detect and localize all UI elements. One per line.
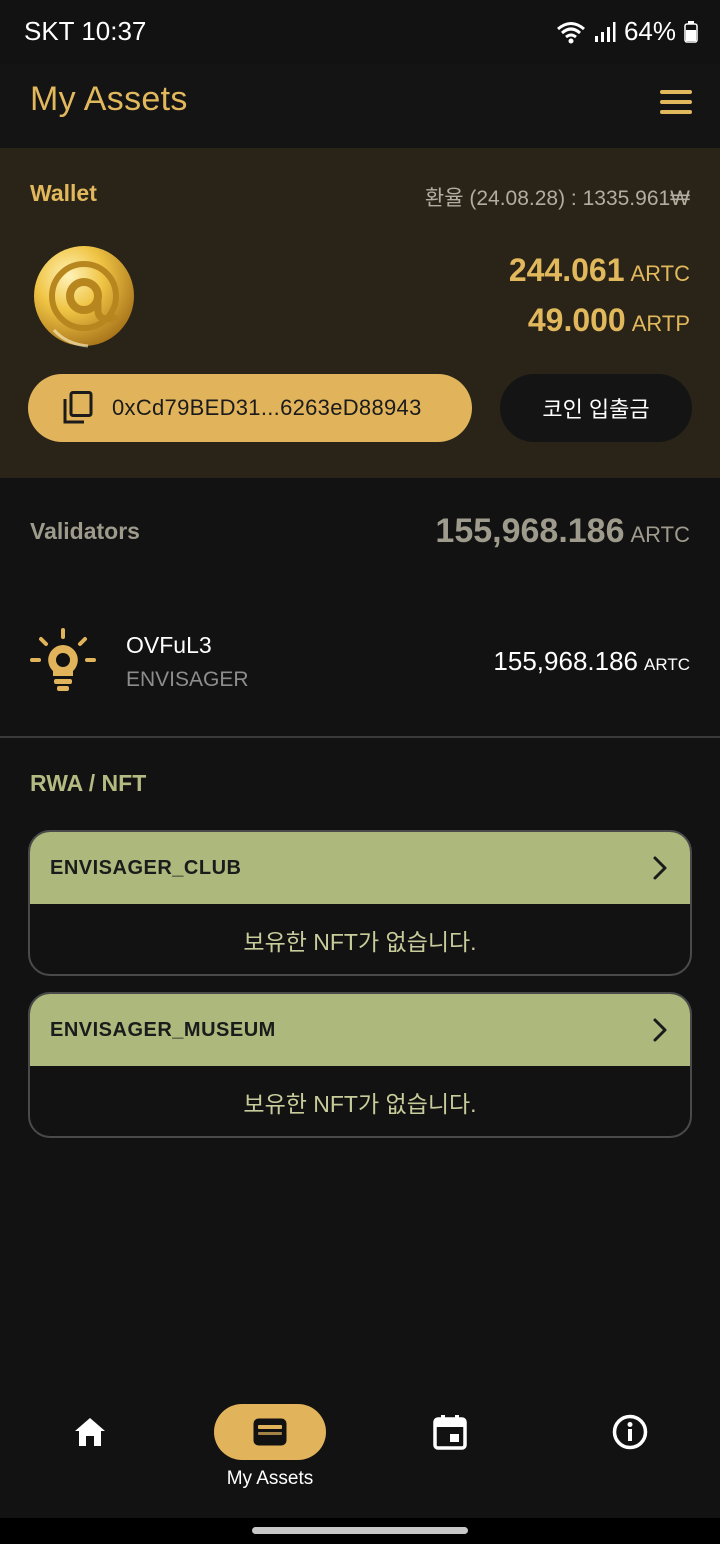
nav-my-assets-label: My Assets xyxy=(226,1468,314,1489)
rwa-nft-label: RWA / NFT xyxy=(30,770,147,796)
nav-calendar[interactable] xyxy=(390,1404,510,1504)
coin-logo-icon xyxy=(34,246,134,348)
nft-empty-message: 보유한 NFT가 없습니다. xyxy=(243,929,477,955)
wallet-icon xyxy=(253,1418,287,1446)
validator-subtitle: ENVISAGER xyxy=(126,668,249,691)
validators-label: Validators xyxy=(30,518,140,544)
artp-unit: ARTP xyxy=(631,311,690,336)
validator-amount-unit: ARTC xyxy=(644,655,690,674)
lightbulb-icon xyxy=(30,628,96,691)
bottom-nav: My Assets xyxy=(0,1390,720,1518)
validator-name: OVFuL3 xyxy=(126,632,212,658)
validators-total-unit: ARTC xyxy=(630,522,691,547)
artp-amount: 49.000 xyxy=(527,302,626,338)
nft-collection-header[interactable]: ENVISAGER_MUSEUM xyxy=(30,994,690,1066)
nav-my-assets[interactable]: My Assets xyxy=(210,1404,330,1504)
calendar-icon xyxy=(433,1415,467,1450)
copy-address-button[interactable]: 0xCd79BED31...6263eD88943 xyxy=(28,374,472,442)
artp-balance: 49.000 ARTP xyxy=(528,302,690,339)
copy-icon xyxy=(63,391,93,424)
signal-icon xyxy=(594,21,616,42)
status-icons: 64% xyxy=(556,16,698,47)
app-header: My Assets xyxy=(0,64,720,148)
chevron-right-icon xyxy=(653,856,667,880)
nft-empty-message: 보유한 NFT가 없습니다. xyxy=(243,1091,477,1117)
wallet-card: Wallet 환율 (24.08.28) : 1335.961₩ 244.061… xyxy=(0,148,720,478)
nft-collection-title: ENVISAGER_MUSEUM xyxy=(50,1018,276,1041)
exchange-rate: 환율 (24.08.28) : 1335.961₩ xyxy=(424,187,690,210)
hamburger-menu-icon[interactable] xyxy=(660,84,696,120)
wifi-icon xyxy=(556,21,585,43)
nft-collection-header[interactable]: ENVISAGER_CLUB xyxy=(30,832,690,904)
carrier-time: SKT 10:37 xyxy=(24,16,147,46)
artc-amount: 244.061 xyxy=(508,252,625,288)
validator-amount-value: 155,968.186 xyxy=(493,646,639,676)
battery-percent: 64% xyxy=(623,16,676,46)
wallet-address: 0xCd79BED31...6263eD88943 xyxy=(112,395,422,420)
gesture-handle[interactable] xyxy=(252,1527,468,1534)
deposit-withdraw-button[interactable]: 코인 입출금 xyxy=(500,374,692,442)
page-title: My Assets xyxy=(30,80,188,118)
validator-row[interactable]: OVFuL3 ENVISAGER 155,968.186 ARTC xyxy=(0,612,720,712)
validators-total: 155,968.186 ARTC xyxy=(435,512,690,551)
info-icon xyxy=(612,1414,648,1450)
nft-collection-title: ENVISAGER_CLUB xyxy=(50,856,242,879)
artc-unit: ARTC xyxy=(630,261,691,286)
nav-info[interactable] xyxy=(570,1404,690,1504)
wallet-label: Wallet xyxy=(30,180,97,206)
battery-icon xyxy=(684,20,698,43)
validator-amount: 155,968.186 ARTC xyxy=(493,646,690,677)
validators-total-amount: 155,968.186 xyxy=(435,512,625,550)
artc-balance: 244.061 ARTC xyxy=(509,252,690,289)
nft-collection-card: ENVISAGER_CLUB 보유한 NFT가 없습니다. xyxy=(28,830,692,976)
nft-collection-card: ENVISAGER_MUSEUM 보유한 NFT가 없습니다. xyxy=(28,992,692,1138)
section-divider xyxy=(0,736,720,738)
home-icon xyxy=(75,1418,105,1446)
chevron-right-icon xyxy=(653,1018,667,1042)
nav-home[interactable] xyxy=(30,1404,150,1504)
validators-header: Validators 155,968.186 ARTC xyxy=(0,478,720,588)
status-bar: SKT 10:37 64% xyxy=(0,0,720,64)
